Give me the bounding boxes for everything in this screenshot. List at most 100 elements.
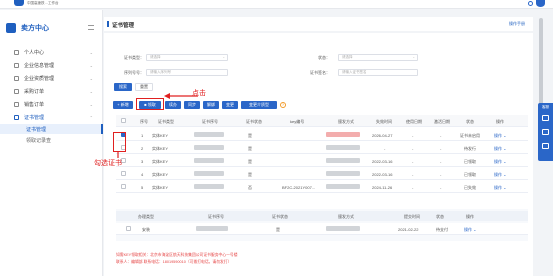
col-cert-status: 证书状态 xyxy=(246,119,262,124)
annotation-click: 点击 xyxy=(192,90,206,97)
sidebar-subitem-certificate-management[interactable]: 证书管理 xyxy=(0,124,103,134)
change-device-button[interactable]: 变更介质型 xyxy=(241,101,277,109)
sub-col-submit-time: 提交时间 xyxy=(404,214,420,219)
cell-state: 待发行 xyxy=(464,146,476,151)
cell-cert-type: 实体KEY xyxy=(152,133,169,138)
cert-type-select[interactable]: 请选择 ⌄ xyxy=(146,54,228,61)
table-row: 4 实体KEY 是 2022-03-16 - - 已领取 操作 ⌄ xyxy=(116,168,528,180)
col-cert-serial: 证书序号 xyxy=(202,119,218,124)
mail-icon[interactable] xyxy=(542,143,549,149)
sub-col-status: 证书状态 xyxy=(272,214,288,219)
chevron-down-icon: ⌄ xyxy=(89,76,93,81)
row-action-menu[interactable]: 操作 ⌄ xyxy=(494,172,506,178)
sidebar-item-label: 销售订单 xyxy=(24,102,45,108)
cell-expire: 2026-04-27 xyxy=(372,133,393,138)
col-index: 序号 xyxy=(140,119,148,124)
sidebar-item-company-qualification[interactable]: 企业资质管理 ⌄ xyxy=(0,73,103,84)
sub-col-serial: 证书序号 xyxy=(208,214,224,219)
sidebar-brand: 卖方中心 xyxy=(21,25,49,32)
user-icon xyxy=(14,50,19,55)
logo-mark-icon xyxy=(14,0,24,6)
sub-col-state: 状态 xyxy=(436,214,444,219)
col-cert-type: 证书类型 xyxy=(158,119,174,124)
redacted-serial xyxy=(194,132,224,137)
cell-activate-date: - xyxy=(440,185,442,190)
cell-state: 已领取 xyxy=(464,172,476,177)
issuer-input[interactable]: 请输入证书签名 xyxy=(338,69,418,76)
row-action-menu[interactable]: 操作 ⌄ xyxy=(494,185,506,191)
sidebar-item-label: 证书管理 xyxy=(24,115,45,121)
user-avatar[interactable] xyxy=(536,0,545,7)
sub-cell-status: 是 xyxy=(276,227,280,232)
select-all-checkbox[interactable] xyxy=(121,118,126,123)
row-checkbox[interactable] xyxy=(121,171,126,176)
user-service-icon[interactable] xyxy=(542,115,549,121)
floating-service-bar: 客服 xyxy=(538,103,553,161)
chevron-up-icon: ⌃ xyxy=(89,115,93,120)
change-button[interactable]: 变更 xyxy=(222,101,238,109)
col-key-no: key编号 xyxy=(290,119,305,124)
status-placeholder: 请选择 xyxy=(342,55,353,59)
sidebar-item-purchase-orders[interactable]: 采购订单 ⌄ xyxy=(0,86,103,97)
add-button[interactable]: + 新增 xyxy=(113,101,133,109)
cell-use-date: - xyxy=(412,185,414,190)
sidebar-item-certificate-management[interactable]: 证书管理 ⌃ xyxy=(0,112,103,123)
sidebar-item-label: 企业资质管理 xyxy=(24,76,55,82)
redacted-issue-method xyxy=(326,158,360,163)
order-icon xyxy=(14,102,19,107)
cell-cert-type: 实体KEY xyxy=(152,172,169,177)
sidebar-item-sales-orders[interactable]: 销售订单 ⌄ xyxy=(0,99,103,110)
cell-use-date: - xyxy=(412,146,414,151)
table-row: 3 实体KEY 是 2022-03-16 - - 已领取 操作 ⌄ xyxy=(116,155,528,167)
sub-col-issue-method: 颁发方式 xyxy=(338,214,354,219)
row-action-menu[interactable]: 操作 ⌄ xyxy=(494,133,506,139)
cart-icon xyxy=(14,89,19,94)
redacted-issue-method xyxy=(326,226,360,231)
sync-button[interactable]: 同步 xyxy=(184,101,200,109)
serial-input[interactable]: 请输入序列号 xyxy=(146,69,228,76)
app-logo: 中国高速铁…工作台 xyxy=(14,0,59,7)
table-row: 2 实体KEY 是 - - - 待发行 操作 ⌄ xyxy=(116,142,528,154)
renew-button[interactable]: 续办 xyxy=(165,101,181,109)
sidebar-item-company-info[interactable]: 企业信息管理 ⌄ xyxy=(0,60,103,71)
cell-key-no: BF2C-2021Y007... xyxy=(282,185,316,190)
cell-expire: - xyxy=(384,146,386,151)
table-row: 1 实体KEY 是 2026-04-27 - - 证书未启用 操作 ⌄ xyxy=(116,129,528,141)
top-bar: 中国高速铁…工作台 xyxy=(0,0,553,9)
chevron-down-icon: ⌄ xyxy=(89,50,93,55)
chevron-down-icon: ⌄ xyxy=(89,63,93,68)
sub-row-action-menu[interactable]: 操作 ⌄ xyxy=(464,227,476,233)
menu-collapse-icon[interactable] xyxy=(88,25,94,30)
unbind-button[interactable]: 解绑 xyxy=(203,101,219,109)
cell-use-date: - xyxy=(412,172,414,177)
info-icon[interactable]: ? xyxy=(280,102,286,108)
status-select[interactable]: 请选择 ⌄ xyxy=(338,54,418,61)
qualification-icon xyxy=(14,76,19,81)
annotation-check-certificate: 勾选证书 xyxy=(94,160,122,167)
cell-index: 1 xyxy=(141,133,144,138)
reset-button[interactable]: 重置 xyxy=(135,83,153,91)
chevron-down-icon: ⌄ xyxy=(89,102,93,107)
sidebar-subitem-claim-records[interactable]: 领取记录查 xyxy=(0,135,103,145)
sub-cell-type: 安装 xyxy=(142,227,150,232)
redacted-serial xyxy=(194,158,224,163)
cell-cert-type: 实体KEY xyxy=(152,159,169,164)
sidebar-item-personal-center[interactable]: 个人中心 ⌄ xyxy=(0,47,103,58)
page-title: 证书管理 xyxy=(106,21,135,29)
notice-line-2: 联系人：编辑部 联系电话：18019590010（可拨打电话，请勿发打） xyxy=(116,260,232,264)
sub-cell-state: 待支付 xyxy=(436,227,448,232)
phone-icon[interactable] xyxy=(542,129,549,135)
row-action-menu[interactable]: 操作 ⌄ xyxy=(494,159,506,165)
cell-expire: 2024-11-26 xyxy=(372,185,393,190)
search-button[interactable]: 搜索 xyxy=(114,83,132,91)
manual-link[interactable]: 操作手册 xyxy=(509,21,525,27)
cell-cert-type: 实体KEY xyxy=(152,185,169,190)
checkbox-highlight-box xyxy=(113,132,126,152)
float-bar-label: 客服 xyxy=(542,105,549,109)
redacted-serial xyxy=(196,226,228,231)
notification-icon[interactable] xyxy=(528,1,533,6)
sub-row-checkbox[interactable] xyxy=(126,226,131,231)
serial-placeholder: 请输入序列号 xyxy=(150,70,171,74)
row-checkbox[interactable] xyxy=(121,184,126,189)
row-action-menu[interactable]: 操作 ⌄ xyxy=(494,146,506,152)
